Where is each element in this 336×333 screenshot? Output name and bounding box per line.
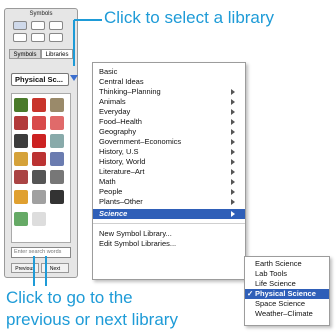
submenu-item-space-science[interactable]: Space Science <box>245 299 329 309</box>
submenu-arrow-icon <box>231 189 235 195</box>
menu-item-history-us[interactable]: History, U.S <box>93 147 245 157</box>
menu-item-new-library[interactable]: New Symbol Library... <box>93 229 245 239</box>
menu-item-central-ideas[interactable]: Central Ideas <box>93 77 245 87</box>
checkmark-icon: ✓ <box>247 289 254 298</box>
submenu-arrow-icon <box>231 169 235 175</box>
menu-item-thinking-planning[interactable]: Thinking–Planning <box>93 87 245 97</box>
menu-separator <box>93 223 245 224</box>
submenu-arrow-icon <box>231 119 235 125</box>
submenu-item-life-science[interactable]: Life Science <box>245 279 329 289</box>
submenu-arrow-icon <box>231 211 235 217</box>
submenu-arrow-icon <box>231 99 235 105</box>
library-menu: Basic Central Ideas Thinking–Planning An… <box>92 62 246 280</box>
submenu-arrow-icon <box>231 149 235 155</box>
submenu-item-earth-science[interactable]: Earth Science <box>245 259 329 269</box>
menu-item-people[interactable]: People <box>93 187 245 197</box>
menu-item-history-world[interactable]: History, World <box>93 157 245 167</box>
menu-item-edit-libraries[interactable]: Edit Symbol Libraries... <box>93 239 245 249</box>
submenu-item-weather-climate[interactable]: Weather–Climate <box>245 309 329 319</box>
submenu-arrow-icon <box>231 89 235 95</box>
submenu-item-physical-science[interactable]: ✓ Physical Science <box>245 289 329 299</box>
menu-item-plants-other[interactable]: Plants–Other <box>93 197 245 207</box>
submenu-arrow-icon <box>231 129 235 135</box>
callout-select-library: Click to select a library <box>104 8 275 27</box>
submenu-item-lab-tools[interactable]: Lab Tools <box>245 269 329 279</box>
submenu-arrow-icon <box>231 139 235 145</box>
menu-item-animals[interactable]: Animals <box>93 97 245 107</box>
callout-prev-next-line2: previous or next library <box>6 310 178 329</box>
submenu-arrow-icon <box>231 179 235 185</box>
science-submenu: Earth Science Lab Tools Life Science ✓ P… <box>244 256 330 326</box>
menu-item-government-economics[interactable]: Government–Economics <box>93 137 245 147</box>
submenu-arrow-icon <box>231 109 235 115</box>
menu-item-science[interactable]: Science <box>93 209 245 219</box>
menu-item-literature-art[interactable]: Literature–Art <box>93 167 245 177</box>
menu-item-geography[interactable]: Geography <box>93 127 245 137</box>
menu-item-math[interactable]: Math <box>93 177 245 187</box>
callout-prev-next: Click to go to the <box>6 288 133 307</box>
submenu-arrow-icon <box>231 199 235 205</box>
menu-item-basic[interactable]: Basic <box>93 67 245 77</box>
menu-item-food-health[interactable]: Food–Health <box>93 117 245 127</box>
menu-item-everyday[interactable]: Everyday <box>93 107 245 117</box>
submenu-arrow-icon <box>231 159 235 165</box>
